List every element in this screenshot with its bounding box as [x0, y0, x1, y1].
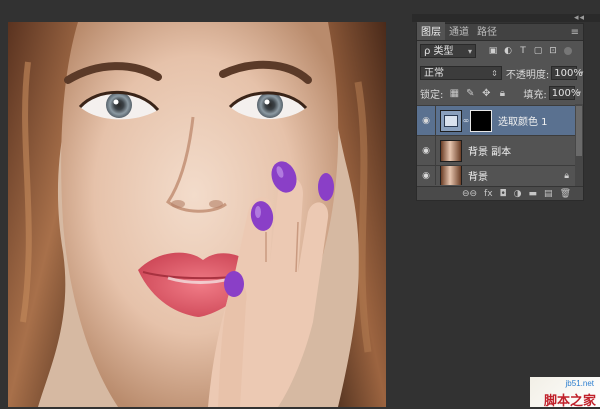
panel-menu-icon[interactable]: ≡ [571, 27, 583, 40]
layer-name[interactable]: 选取颜色 1 [498, 113, 548, 128]
scrollbar-thumb[interactable] [576, 106, 582, 156]
fill-field[interactable]: 100% [548, 86, 580, 100]
chevron-down-icon: ⇕ [491, 69, 498, 78]
filter-kind-value: ρ 类型 [424, 46, 454, 57]
blend-mode-value: 正常 [424, 68, 444, 79]
smart-object-filter-icon[interactable]: ⊡ [548, 46, 558, 56]
new-adjustment-icon[interactable]: ◑ [514, 189, 522, 199]
panel-tabs: 图层 通道 路径 ≡ [417, 22, 583, 41]
collapse-panels-icon[interactable]: ◂◂ [574, 13, 585, 23]
lock-transparent-pixels-icon[interactable]: ▦ [449, 88, 459, 99]
layer-mask-thumbnail[interactable] [470, 109, 492, 132]
shape-layer-filter-icon[interactable]: ▢ [533, 46, 543, 56]
fill-slider-toggle[interactable]: ▾ [575, 86, 584, 100]
pixel-layer-filter-icon[interactable]: ▣ [488, 46, 498, 56]
trash-icon[interactable]: 🗑︎ [560, 189, 571, 199]
fill-label: 填充: [523, 89, 547, 101]
layers-panel: 图层 通道 路径 ≡ ρ 类型 ▾ ▣ ◐ T ▢ ⊡ 正常 ⇕ 不透明度: 1… [416, 22, 586, 201]
layer-divider [435, 105, 436, 136]
filter-row: ρ 类型 ▾ ▣ ◐ T ▢ ⊡ [417, 43, 586, 59]
layer-row-selective-color[interactable]: ◉ ∞ 选取颜色 1 [417, 105, 583, 136]
layer-row-background[interactable]: ◉ 背景 🔒︎ [417, 165, 583, 185]
filter-toggle-icon[interactable] [564, 47, 572, 55]
opacity-slider-toggle[interactable]: ▾ [577, 66, 586, 80]
opacity-label: 不透明度: [505, 69, 550, 81]
tab-layers[interactable]: 图层 [417, 22, 445, 40]
add-mask-icon[interactable]: ◘ [500, 189, 507, 199]
site-watermark: jb51.net 脚本之家 [530, 377, 600, 409]
document-canvas[interactable] [8, 22, 386, 407]
filter-kind-dropdown[interactable]: ρ 类型 ▾ [420, 44, 476, 58]
visibility-eye-icon[interactable]: ◉ [417, 116, 435, 126]
blend-mode-dropdown[interactable]: 正常 ⇕ [420, 66, 502, 80]
lock-all-icon[interactable]: 🔒︎ [497, 88, 507, 99]
visibility-eye-icon[interactable]: ◉ [417, 171, 435, 181]
layer-thumbnail [440, 166, 462, 185]
visibility-eye-icon[interactable]: ◉ [417, 146, 435, 156]
tab-channels[interactable]: 通道 [445, 22, 473, 40]
opacity-field[interactable]: 100% [551, 66, 583, 80]
watermark-text: 脚本之家 [543, 394, 596, 409]
layers-scrollbar[interactable] [575, 104, 583, 186]
new-layer-icon[interactable]: ▤ [544, 189, 553, 199]
link-chain-icon[interactable]: ∞ [462, 116, 470, 125]
lock-icon: 🔒︎ [564, 170, 569, 181]
panel-dock-header [412, 14, 600, 22]
portrait-photo [8, 22, 386, 407]
lock-image-pixels-icon[interactable]: ✎ [465, 88, 475, 99]
new-group-icon[interactable]: ▬ [529, 189, 538, 199]
adjustment-thumbnail [440, 109, 462, 132]
tab-paths[interactable]: 路径 [473, 22, 501, 40]
layer-name[interactable]: 背景 副本 [468, 143, 511, 158]
adjustment-layer-filter-icon[interactable]: ◐ [503, 46, 513, 56]
lock-row: 锁定: ▦ ✎ ✥ 🔒︎ 填充: 100% ▾ [417, 85, 586, 101]
layer-divider [435, 135, 436, 166]
watermark-url: jb51.net [565, 379, 594, 388]
layer-divider [435, 166, 436, 185]
fx-icon[interactable]: fx [484, 189, 493, 199]
blend-row: 正常 ⇕ 不透明度: 100% ▾ [417, 65, 586, 81]
layers-footer-toolbar: ⊖⊖ fx ◘ ◑ ▬ ▤ 🗑︎ [417, 186, 583, 200]
layer-row-background-copy[interactable]: ◉ 背景 副本 [417, 135, 583, 166]
type-layer-filter-icon[interactable]: T [518, 46, 528, 56]
layer-name[interactable]: 背景 [468, 168, 488, 183]
link-layers-icon[interactable]: ⊖⊖ [462, 189, 477, 199]
lock-label: 锁定: [420, 89, 444, 101]
chevron-down-icon: ▾ [467, 47, 472, 56]
lock-position-icon[interactable]: ✥ [481, 88, 491, 99]
layer-thumbnail [440, 139, 462, 162]
